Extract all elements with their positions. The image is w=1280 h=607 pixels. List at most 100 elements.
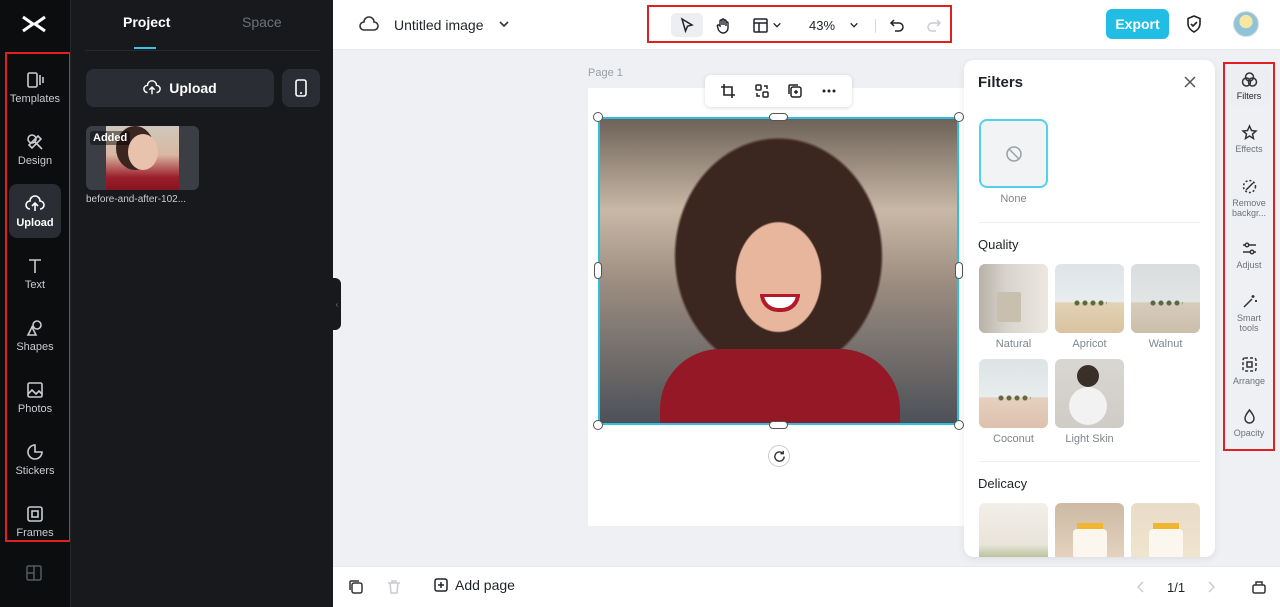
resize-handle[interactable] <box>594 262 602 279</box>
sidebar-item-frames[interactable]: Frames <box>9 494 61 548</box>
filters-icon <box>1241 72 1257 87</box>
add-page-label: Add page <box>455 577 515 593</box>
trash-icon[interactable] <box>386 579 402 595</box>
page-counter: 1/1 <box>1167 580 1186 595</box>
tool-label: Filters <box>1236 91 1262 101</box>
close-icon[interactable] <box>1183 75 1197 89</box>
sidebar-item-stickers[interactable]: Stickers <box>9 432 61 486</box>
canvas-toolbar: 43% <box>647 5 952 43</box>
filter-coconut[interactable] <box>979 359 1048 428</box>
sidebar-item-text[interactable]: Text <box>9 246 61 300</box>
resize-handle[interactable] <box>954 112 964 122</box>
filter-label: Coconut <box>993 433 1034 445</box>
filter-delicacy-item[interactable] <box>1055 503 1124 557</box>
layout-dropdown[interactable] <box>747 13 787 37</box>
rotate-icon <box>773 450 785 462</box>
rotate-handle[interactable] <box>768 445 790 467</box>
select-tool-button[interactable] <box>671 13 703 37</box>
filter-label: None <box>1000 193 1027 205</box>
resize-handle[interactable] <box>769 113 788 121</box>
undo-button[interactable] <box>883 13 911 37</box>
crop-icon[interactable] <box>720 83 736 99</box>
sidebar-item-templates[interactable]: Templates <box>9 60 61 114</box>
filter-delicacy-item[interactable] <box>1131 503 1200 557</box>
capcut-logo[interactable] <box>20 12 48 36</box>
sidebar-item-shapes[interactable]: Shapes <box>9 308 61 362</box>
duplicate-page-icon[interactable] <box>348 579 364 595</box>
add-page-button[interactable]: Add page <box>433 577 515 593</box>
undo-icon <box>889 18 904 32</box>
tool-filters[interactable]: Filters <box>1228 67 1270 105</box>
pages-panel-icon[interactable] <box>1251 579 1267 595</box>
avatar[interactable] <box>1233 11 1259 37</box>
selected-image[interactable] <box>598 117 959 425</box>
sidebar-item-photos[interactable]: Photos <box>9 370 61 424</box>
tab-project[interactable]: Project <box>123 14 170 30</box>
tool-arrange[interactable]: Arrange <box>1228 356 1270 386</box>
zoom-dropdown[interactable]: 43% <box>799 13 869 37</box>
phone-icon <box>295 79 307 97</box>
media-thumbnail[interactable]: Added <box>86 126 199 190</box>
cloud-sync-icon[interactable] <box>359 15 379 33</box>
tool-smart-tools[interactable]: Smart tools <box>1228 293 1270 333</box>
divider <box>85 50 320 51</box>
divider <box>979 222 1200 223</box>
redo-button[interactable] <box>919 13 947 37</box>
sidebar-item-label: Design <box>17 154 53 167</box>
frames-icon <box>27 505 43 522</box>
tool-effects[interactable]: Effects <box>1228 124 1270 154</box>
tab-space[interactable]: Space <box>242 14 282 30</box>
hand-icon <box>716 17 729 34</box>
filter-apricot[interactable] <box>1055 264 1124 333</box>
tool-label: Effects <box>1235 144 1263 154</box>
resize-handle[interactable] <box>769 421 788 429</box>
layout-toggle-icon[interactable] <box>25 564 43 582</box>
tool-label: Smart tools <box>1236 313 1261 333</box>
tool-adjust[interactable]: Adjust <box>1228 240 1270 270</box>
hand-tool-button[interactable] <box>707 13 739 37</box>
chevron-right-icon[interactable] <box>1203 579 1219 595</box>
resize-handle[interactable] <box>955 262 963 279</box>
duplicate-icon[interactable] <box>787 83 803 99</box>
sidebar-item-label: Photos <box>17 402 53 415</box>
zoom-level: 43% <box>808 17 836 33</box>
filter-none[interactable] <box>979 119 1048 188</box>
resize-handle[interactable] <box>954 420 964 430</box>
toolbar-divider <box>875 19 876 33</box>
image-content <box>660 349 900 423</box>
design-icon <box>27 133 43 150</box>
text-icon <box>29 258 41 273</box>
chevron-down-icon[interactable] <box>498 18 510 30</box>
section-title: Quality <box>978 237 1019 252</box>
document-title[interactable]: Untitled image <box>394 17 484 33</box>
magic-eraser-icon <box>1242 179 1256 194</box>
photos-icon <box>27 381 43 398</box>
filters-title: Filters <box>978 74 1024 91</box>
cloud-upload-icon <box>143 80 162 95</box>
sidebar-item-upload[interactable]: Upload <box>9 184 61 238</box>
chevron-left-icon[interactable] <box>1133 579 1149 595</box>
resize-handle[interactable] <box>593 420 603 430</box>
chevron-down-icon <box>773 22 781 28</box>
filter-natural[interactable] <box>979 264 1048 333</box>
upload-button[interactable]: Upload <box>86 69 274 107</box>
active-tab-indicator <box>134 47 156 49</box>
shield-icon[interactable] <box>1185 14 1203 34</box>
more-icon[interactable] <box>821 83 837 99</box>
tool-remove-background[interactable]: Remove backgr... <box>1228 178 1270 218</box>
tool-label: Remove backgr... <box>1231 198 1267 218</box>
export-button[interactable]: Export <box>1106 9 1169 39</box>
tool-opacity[interactable]: Opacity <box>1228 408 1270 438</box>
filter-light-skin[interactable] <box>1055 359 1124 428</box>
filter-walnut[interactable] <box>1131 264 1200 333</box>
left-rail: Templates Design Upload Text Shapes Phot… <box>0 0 71 607</box>
filter-label: Natural <box>995 338 1032 350</box>
replace-icon[interactable] <box>754 83 770 99</box>
upload-button-label: Upload <box>169 80 217 96</box>
mobile-upload-button[interactable] <box>282 69 320 107</box>
filter-delicacy-item[interactable] <box>979 503 1048 557</box>
resize-handle[interactable] <box>593 112 603 122</box>
collapse-panel-handle[interactable]: ‹ <box>333 278 341 330</box>
sidebar-item-label: Upload <box>16 216 54 229</box>
sidebar-item-design[interactable]: Design <box>9 122 61 176</box>
